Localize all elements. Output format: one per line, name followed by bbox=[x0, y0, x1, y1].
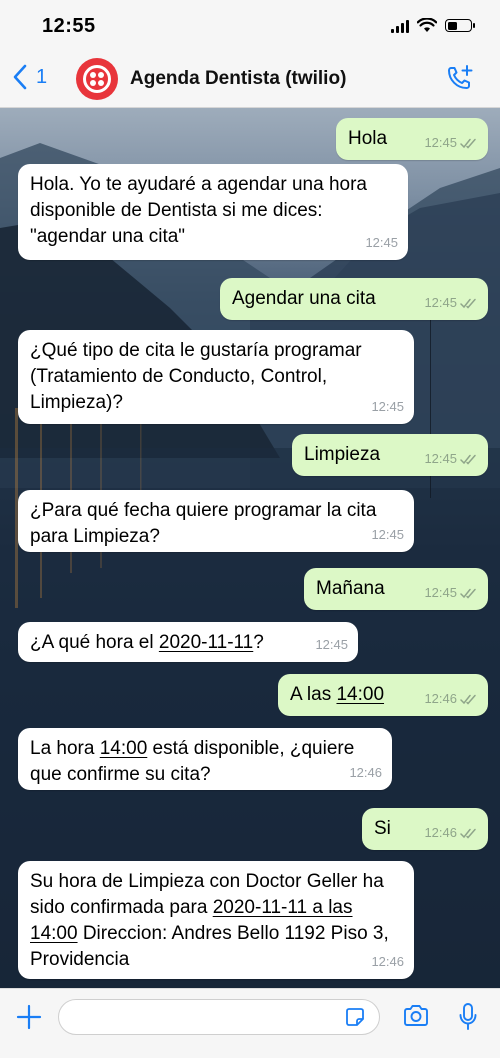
message-meta: 12:45 bbox=[371, 394, 404, 420]
double-check-icon bbox=[460, 138, 476, 149]
message-meta: 12:45 bbox=[424, 580, 478, 606]
message-meta: 12:46 bbox=[371, 949, 404, 975]
input-bar bbox=[0, 988, 500, 1058]
message-time: 12:45 bbox=[424, 135, 457, 150]
double-check-icon bbox=[460, 694, 476, 705]
message-time: 12:45 bbox=[424, 585, 457, 600]
text-segment: Hola bbox=[348, 128, 388, 149]
message-list: Hola 12:45 Hola. Yo te ayudaré a agendar u… bbox=[0, 108, 500, 988]
message-time: 12:45 bbox=[315, 637, 348, 652]
incoming-message[interactable]: ¿Para qué fecha quiere programar la cita… bbox=[18, 490, 414, 552]
message-time: 12:46 bbox=[424, 825, 457, 840]
text-segment: ¿A qué hora el bbox=[30, 632, 159, 653]
message-meta: 12:46 bbox=[424, 686, 478, 712]
message-text: ¿Para qué fecha quiere programar la cita… bbox=[30, 498, 402, 550]
message-time: 12:45 bbox=[371, 399, 404, 414]
text-segment: Hola. Yo te ayudaré a agendar una hora d… bbox=[30, 174, 367, 247]
outgoing-message[interactable]: Limpieza 12:45 bbox=[292, 434, 488, 476]
chat-area[interactable]: Hola 12:45 Hola. Yo te ayudaré a agendar u… bbox=[0, 108, 500, 988]
camera-button[interactable] bbox=[402, 1004, 430, 1033]
incoming-message[interactable]: La hora 14:00 está disponible, ¿quiere q… bbox=[18, 728, 392, 790]
text-segment: ¿Qué tipo de cita le gustaría programar … bbox=[30, 340, 362, 413]
text-segment: La hora bbox=[30, 738, 100, 759]
outgoing-message[interactable]: Mañana 12:45 bbox=[304, 568, 488, 610]
text-segment: Direccion: Andres Bello 1192 Piso 3, Pro… bbox=[30, 923, 389, 970]
text-segment: Mañana bbox=[316, 578, 385, 599]
outgoing-message[interactable]: Si 12:46 bbox=[362, 808, 488, 850]
status-icons bbox=[391, 18, 475, 33]
message-text: Su hora de Limpieza con Doctor Geller ha… bbox=[30, 869, 402, 973]
add-call-button[interactable] bbox=[446, 64, 474, 97]
incoming-message[interactable]: Hola. Yo te ayudaré a agendar una hora d… bbox=[18, 164, 408, 260]
chevron-left-icon bbox=[13, 64, 27, 90]
message-text: Hola. Yo te ayudaré a agendar una hora d… bbox=[30, 172, 396, 250]
double-check-icon bbox=[460, 454, 476, 465]
incoming-message[interactable]: Su hora de Limpieza con Doctor Geller ha… bbox=[18, 861, 414, 979]
text-segment: Limpieza bbox=[304, 444, 381, 465]
outgoing-message[interactable]: Agendar una cita 12:45 bbox=[220, 278, 488, 320]
message-text: ¿Qué tipo de cita le gustaría programar … bbox=[30, 338, 402, 416]
text-segment: Agendar una cita bbox=[232, 288, 376, 309]
outgoing-message[interactable]: Hola 12:45 bbox=[336, 118, 488, 160]
message-time: 12:46 bbox=[349, 765, 382, 780]
message-meta: 12:45 bbox=[315, 632, 348, 658]
message-meta: 12:46 bbox=[424, 820, 478, 846]
text-segment: ? bbox=[253, 632, 264, 653]
message-text: ¿A qué hora el 2020-11-11? bbox=[30, 630, 346, 656]
twilio-logo-icon bbox=[83, 65, 111, 93]
unread-count: 1 bbox=[36, 65, 48, 88]
message-meta: 12:45 bbox=[424, 130, 478, 156]
sticker-icon bbox=[346, 1008, 364, 1026]
camera-icon bbox=[404, 1005, 428, 1026]
message-time: 12:46 bbox=[371, 954, 404, 969]
detected-link[interactable]: 14:00 bbox=[336, 684, 384, 705]
status-bar: 12:55 bbox=[0, 0, 500, 52]
message-time: 12:45 bbox=[365, 235, 398, 250]
double-check-icon bbox=[460, 828, 476, 839]
text-segment: Si bbox=[374, 818, 391, 839]
message-input[interactable] bbox=[58, 999, 380, 1035]
message-meta: 12:45 bbox=[365, 230, 398, 256]
contact-name[interactable]: Agenda Dentista (twilio) bbox=[130, 68, 346, 90]
contact-avatar[interactable] bbox=[76, 58, 118, 100]
message-time: 12:45 bbox=[424, 295, 457, 310]
text-segment: ¿Para qué fecha quiere programar la cita… bbox=[30, 500, 377, 547]
message-text: La hora 14:00 está disponible, ¿quiere q… bbox=[30, 736, 380, 788]
incoming-message[interactable]: ¿Qué tipo de cita le gustaría programar … bbox=[18, 330, 414, 424]
wifi-icon bbox=[417, 18, 437, 32]
plus-icon bbox=[16, 1004, 42, 1030]
message-meta: 12:45 bbox=[424, 446, 478, 472]
back-button[interactable]: 1 bbox=[12, 64, 47, 90]
cellular-signal-icon bbox=[391, 19, 409, 33]
message-time: 12:45 bbox=[424, 451, 457, 466]
message-time: 12:45 bbox=[371, 527, 404, 542]
incoming-message[interactable]: ¿A qué hora el 2020-11-11? 12:45 bbox=[18, 622, 358, 662]
detected-link[interactable]: 14:00 bbox=[100, 738, 148, 759]
chat-header: 1 Agenda Dentista (twilio) bbox=[0, 52, 500, 108]
message-meta: 12:45 bbox=[371, 522, 404, 548]
message-meta: 12:46 bbox=[349, 760, 382, 786]
battery-icon bbox=[445, 19, 475, 32]
double-check-icon bbox=[460, 588, 476, 599]
double-check-icon bbox=[460, 298, 476, 309]
detected-link[interactable]: 2020-11-11 bbox=[159, 632, 253, 653]
attach-button[interactable] bbox=[16, 1004, 42, 1035]
message-time: 12:46 bbox=[424, 691, 457, 706]
text-segment: A las bbox=[290, 684, 337, 705]
status-time: 12:55 bbox=[42, 15, 96, 37]
sticker-button[interactable] bbox=[344, 1006, 366, 1033]
message-meta: 12:45 bbox=[424, 290, 478, 316]
microphone-button[interactable] bbox=[458, 1002, 478, 1037]
phone-plus-icon bbox=[448, 65, 473, 89]
microphone-icon bbox=[459, 1003, 477, 1030]
outgoing-message[interactable]: A las 14:00 12:46 bbox=[278, 674, 488, 716]
